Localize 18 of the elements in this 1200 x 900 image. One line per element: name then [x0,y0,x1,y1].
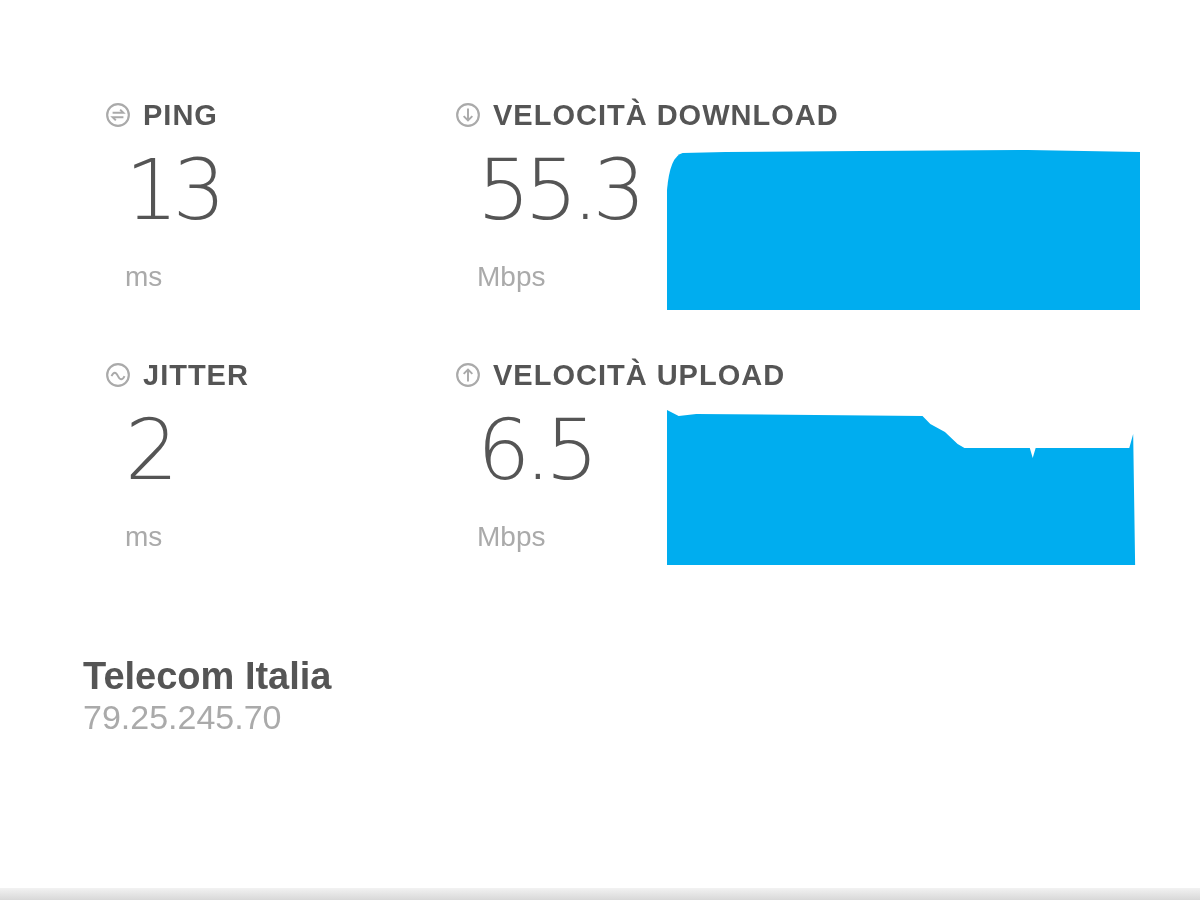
wave-icon [105,362,131,388]
metric-label: VELOCITÀ UPLOAD [493,358,786,392]
arrows-icon [105,102,131,128]
metric-value: 6.5 [477,400,593,501]
ip-address: 79.25.245.70 [83,698,283,737]
provider-name: Telecom Italia [83,655,333,698]
metric-value: 13 [125,140,220,241]
metric-value: 55.3 [477,140,641,241]
metric-unit: Mbps [477,261,547,293]
metric-label: VELOCITÀ DOWNLOAD [493,98,839,132]
metric-label: JITTER [143,358,249,392]
metric-value: 2 [125,400,173,501]
metric-unit: ms [125,521,164,553]
metric-unit: Mbps [477,521,547,553]
download-icon [455,102,481,128]
metric-unit: ms [125,261,164,293]
upload-icon [455,362,481,388]
metric-label: PING [143,98,218,132]
